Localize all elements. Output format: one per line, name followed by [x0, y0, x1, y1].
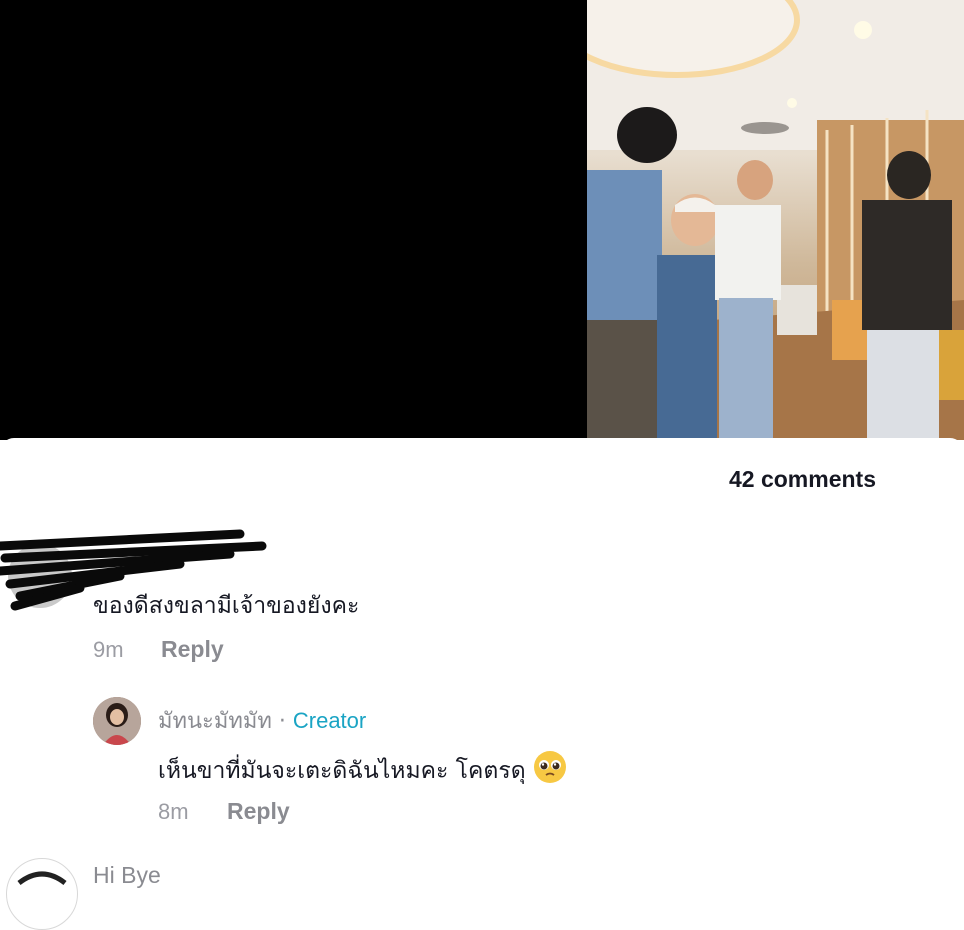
creator-badge: Creator: [292, 708, 367, 733]
avatar-image: [93, 697, 141, 745]
next-comment-avatar[interactable]: [6, 858, 78, 930]
reply-text: เห็นขาที่มันจะเตะดิฉันไหมคะ โคตรดุ: [158, 758, 526, 784]
comment-timestamp: 9m: [93, 637, 124, 662]
panda-avatar-icon: [17, 871, 67, 886]
reply-username[interactable]: มัทนะมัทมัท: [158, 709, 272, 734]
reply-text-row: เห็นขาที่มันจะเตะดิฉันไหมคะ โคตรดุ: [158, 750, 567, 789]
comment-text: ของดีสงขลามีเจ้าของยังคะ: [93, 593, 360, 619]
reply-button[interactable]: Reply: [161, 636, 224, 663]
creator-avatar[interactable]: [93, 697, 141, 745]
video-frame: [587, 0, 964, 440]
comments-sheet: [0, 438, 964, 898]
username-separator: ·: [278, 709, 286, 734]
comment-count: 42 comments: [728, 466, 876, 492]
reply-timestamp: 8m: [158, 799, 189, 824]
video-player[interactable]: [0, 0, 964, 440]
pleading-face-emoji-icon: [533, 751, 566, 783]
next-comment-username[interactable]: Hi Bye: [93, 862, 161, 889]
video-scene: [587, 0, 964, 440]
reply-button[interactable]: Reply: [227, 798, 290, 825]
reply-username-row: มัทนะมัทมัท · Creator: [158, 703, 366, 738]
